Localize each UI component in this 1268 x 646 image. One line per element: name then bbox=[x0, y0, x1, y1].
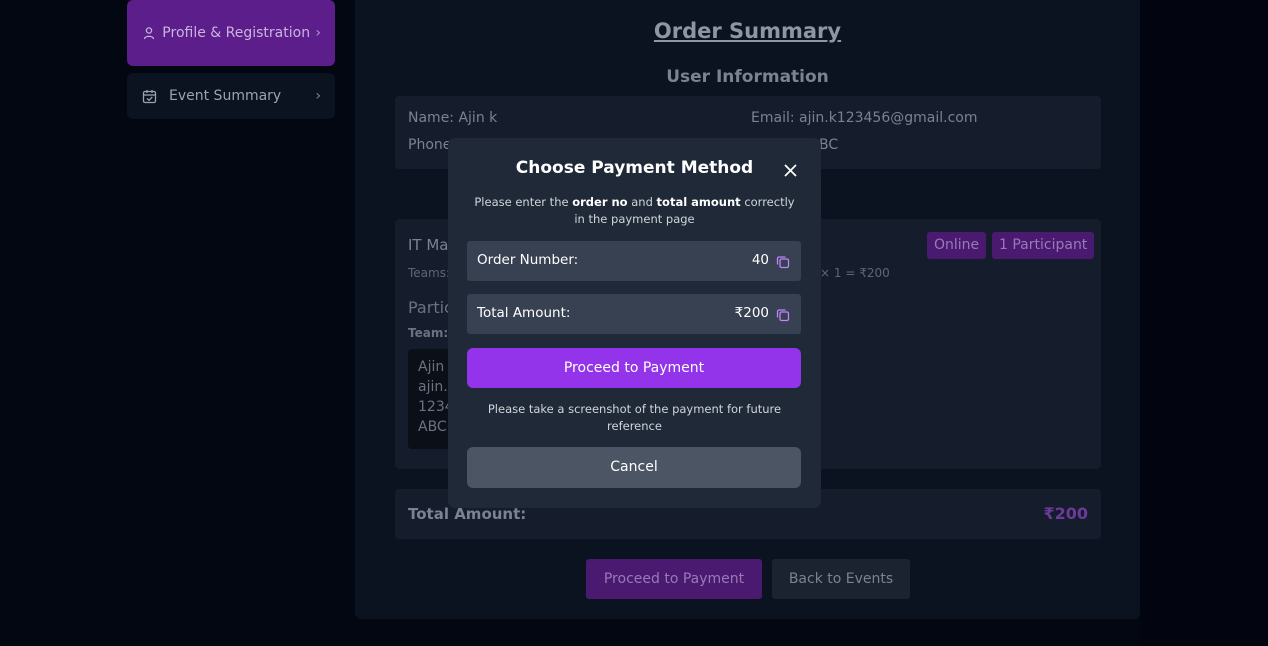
mode-badge: Online bbox=[927, 232, 987, 259]
total-amount-value: ₹200 bbox=[1043, 504, 1088, 523]
sidebar-item-label: Profile & Registration bbox=[162, 25, 311, 41]
member-name: Ajin bbox=[418, 359, 445, 375]
user-phone: Phone bbox=[408, 137, 452, 153]
user-name: Name: Ajin k bbox=[408, 110, 498, 126]
member-college: ABC bbox=[418, 419, 447, 435]
modal-title: Choose Payment Method bbox=[515, 158, 754, 178]
modal-proceed-to-payment-button[interactable]: Proceed to Payment bbox=[467, 348, 801, 388]
event-teams: Teams: bbox=[408, 266, 451, 280]
participants-heading: Partic bbox=[408, 298, 453, 317]
user-information-heading: User Information bbox=[666, 67, 829, 87]
total-amount-value: ₹200 bbox=[734, 305, 769, 321]
copy-icon[interactable] bbox=[776, 254, 790, 269]
user-college: BC bbox=[819, 137, 839, 153]
order-number-label: Order Number: bbox=[477, 252, 579, 268]
sidebar-item-profile-registration[interactable]: Profile & Registration › bbox=[127, 0, 335, 66]
copy-icon[interactable] bbox=[776, 307, 790, 322]
total-amount-field: Total Amount: ₹200 bbox=[467, 294, 801, 334]
sidebar-item-event-summary[interactable]: Event Summary › bbox=[127, 73, 335, 119]
participants-badge: 1 Participant bbox=[992, 232, 1095, 259]
total-amount-label: Total Amount: bbox=[477, 305, 571, 321]
calendar-check-icon bbox=[141, 88, 157, 104]
user-email: Email: ajin.k123456@gmail.com bbox=[751, 110, 978, 126]
chevron-right-icon: › bbox=[315, 25, 321, 41]
page-title: Order Summary bbox=[653, 19, 842, 43]
close-icon[interactable] bbox=[780, 160, 800, 180]
sidebar-item-label: Event Summary bbox=[169, 88, 282, 104]
member-email: ajin. bbox=[418, 379, 448, 395]
proceed-to-payment-button[interactable]: Proceed to Payment bbox=[586, 559, 762, 599]
modal-instruction: Please enter the order no and total amou… bbox=[474, 195, 795, 226]
back-to-events-button[interactable]: Back to Events bbox=[772, 559, 910, 599]
user-icon bbox=[141, 25, 157, 41]
screenshot-note: Please take a screenshot of the payment … bbox=[487, 402, 782, 433]
payment-method-modal: Choose Payment Method Please enter the o… bbox=[448, 138, 821, 508]
event-name: IT Ma bbox=[408, 236, 449, 254]
cancel-button[interactable]: Cancel bbox=[467, 447, 801, 488]
event-price-calc: × 1 = ₹200 bbox=[820, 266, 890, 280]
team-label: Team: bbox=[408, 326, 449, 340]
order-number-field: Order Number: 40 bbox=[467, 241, 801, 281]
page-background-right bbox=[1140, 0, 1268, 646]
chevron-right-icon: › bbox=[315, 88, 321, 104]
order-number-value: 40 bbox=[751, 252, 769, 268]
